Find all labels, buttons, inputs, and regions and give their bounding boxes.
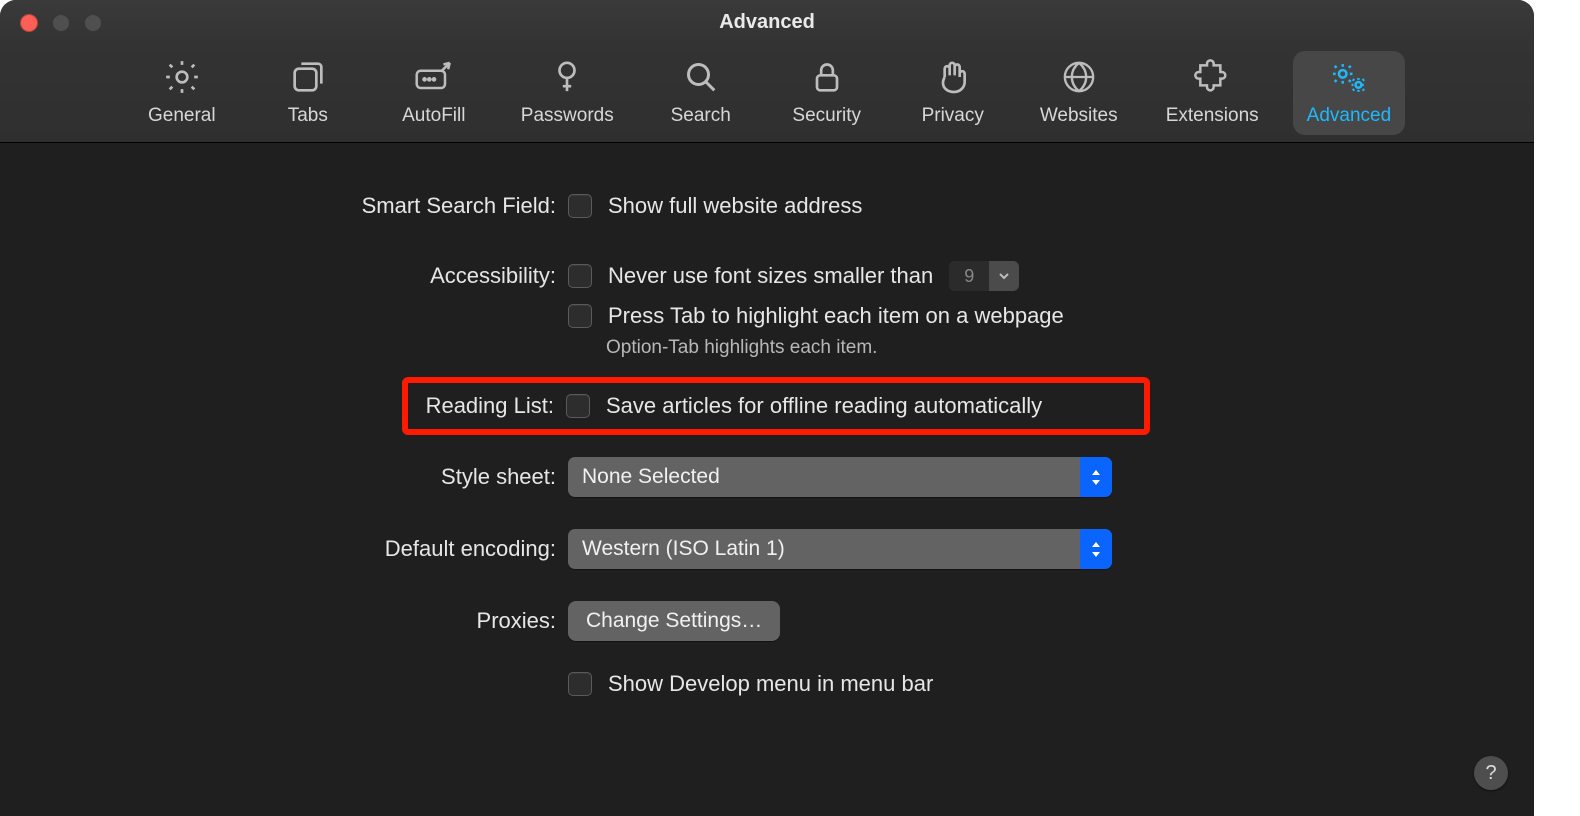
offline-reading-text: Save articles for offline reading automa… bbox=[606, 393, 1042, 419]
tab-label: Extensions bbox=[1166, 105, 1259, 127]
lock-icon bbox=[807, 57, 847, 97]
encoding-value: Western (ISO Latin 1) bbox=[582, 537, 785, 561]
tabs-icon bbox=[288, 57, 328, 97]
tab-advanced[interactable]: Advanced bbox=[1293, 51, 1406, 135]
develop-menu-text: Show Develop menu in menu bar bbox=[608, 671, 933, 697]
tab-label: Privacy bbox=[922, 105, 984, 127]
change-settings-button[interactable]: Change Settings… bbox=[568, 601, 780, 641]
style-sheet-select[interactable]: None Selected bbox=[568, 457, 1112, 497]
min-font-size-checkbox[interactable] bbox=[568, 264, 592, 288]
develop-menu-checkbox[interactable] bbox=[568, 672, 592, 696]
smart-search-label: Smart Search Field: bbox=[0, 193, 568, 219]
reading-list-label: Reading List: bbox=[418, 393, 566, 419]
zoom-window-button[interactable] bbox=[84, 14, 102, 32]
style-sheet-value: None Selected bbox=[582, 465, 720, 489]
reading-list-highlight: Reading List: Save articles for offline … bbox=[402, 377, 1150, 435]
tab-label: Passwords bbox=[521, 105, 614, 127]
chevron-down-icon bbox=[989, 261, 1019, 291]
search-icon bbox=[681, 57, 721, 97]
tab-label: Websites bbox=[1040, 105, 1118, 127]
tab-general[interactable]: General bbox=[129, 51, 235, 135]
key-icon bbox=[547, 57, 587, 97]
globe-icon bbox=[1059, 57, 1099, 97]
help-button[interactable]: ? bbox=[1474, 756, 1508, 790]
prefs-toolbar: General Tabs AutoFill Passwords Search S… bbox=[0, 44, 1534, 143]
tab-label: General bbox=[148, 105, 216, 127]
autofill-icon bbox=[412, 57, 456, 97]
proxies-label: Proxies: bbox=[0, 608, 568, 634]
minimize-window-button[interactable] bbox=[52, 14, 70, 32]
min-font-size-text: Never use font sizes smaller than bbox=[608, 263, 933, 289]
tab-label: Search bbox=[671, 105, 731, 127]
change-settings-text: Change Settings… bbox=[586, 609, 762, 633]
tab-websites[interactable]: Websites bbox=[1026, 51, 1132, 135]
show-full-address-checkbox[interactable] bbox=[568, 194, 592, 218]
min-font-size-stepper[interactable]: 9 bbox=[949, 261, 1019, 291]
select-caret-icon bbox=[1080, 457, 1112, 497]
puzzle-icon bbox=[1192, 57, 1232, 97]
gears-icon bbox=[1327, 57, 1371, 97]
prefs-content: Smart Search Field: Show full website ad… bbox=[0, 143, 1534, 697]
window-title: Advanced bbox=[719, 11, 815, 34]
tab-search[interactable]: Search bbox=[648, 51, 754, 135]
min-font-size-value: 9 bbox=[949, 261, 989, 291]
encoding-select[interactable]: Western (ISO Latin 1) bbox=[568, 529, 1112, 569]
select-caret-icon bbox=[1080, 529, 1112, 569]
help-text: ? bbox=[1485, 762, 1496, 785]
gear-icon bbox=[162, 57, 202, 97]
tab-highlight-checkbox[interactable] bbox=[568, 304, 592, 328]
window-controls bbox=[20, 14, 102, 32]
tab-security[interactable]: Security bbox=[774, 51, 880, 135]
tab-label: Security bbox=[792, 105, 861, 127]
hand-icon bbox=[933, 57, 973, 97]
offline-reading-checkbox[interactable] bbox=[566, 394, 590, 418]
style-sheet-label: Style sheet: bbox=[0, 464, 568, 490]
tab-highlight-hint: Option-Tab highlights each item. bbox=[606, 337, 877, 359]
tab-extensions[interactable]: Extensions bbox=[1152, 51, 1273, 135]
tab-label: Advanced bbox=[1307, 105, 1392, 127]
encoding-label: Default encoding: bbox=[0, 536, 568, 562]
tab-label: Tabs bbox=[288, 105, 328, 127]
tab-passwords[interactable]: Passwords bbox=[507, 51, 628, 135]
tab-tabs[interactable]: Tabs bbox=[255, 51, 361, 135]
tab-privacy[interactable]: Privacy bbox=[900, 51, 1006, 135]
titlebar: Advanced bbox=[0, 0, 1534, 44]
tab-label: AutoFill bbox=[402, 105, 465, 127]
close-window-button[interactable] bbox=[20, 14, 38, 32]
show-full-address-text: Show full website address bbox=[608, 193, 862, 219]
tab-highlight-text: Press Tab to highlight each item on a we… bbox=[608, 303, 1064, 329]
accessibility-label: Accessibility: bbox=[0, 263, 568, 289]
tab-autofill[interactable]: AutoFill bbox=[381, 51, 487, 135]
